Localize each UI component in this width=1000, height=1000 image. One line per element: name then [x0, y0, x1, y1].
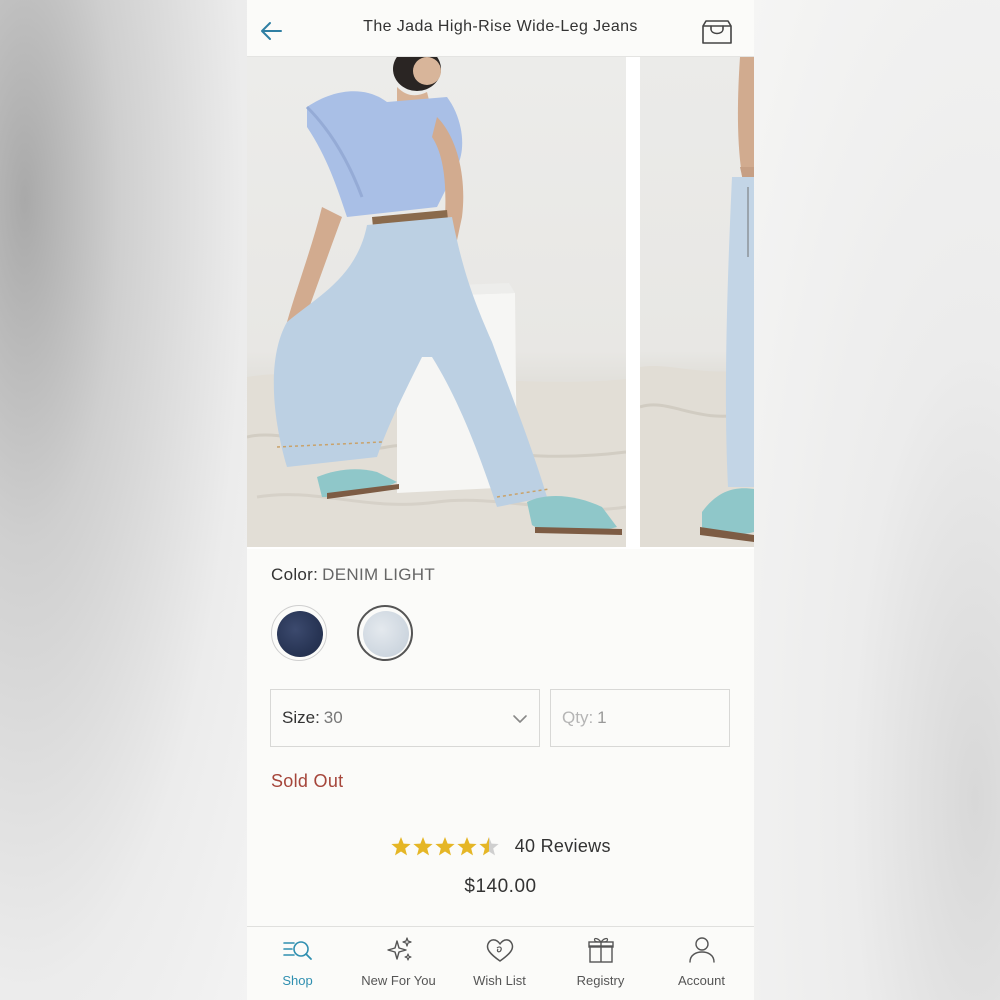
nav-label: Account	[678, 973, 725, 988]
color-label: Color:	[271, 565, 319, 584]
nav-account[interactable]: Account	[651, 927, 752, 1000]
model-photo	[247, 57, 626, 547]
size-value: 30	[323, 708, 343, 727]
back-button[interactable]	[255, 14, 287, 46]
size-label: Size:	[282, 708, 320, 727]
nav-shop[interactable]: Shop	[247, 927, 348, 1000]
product-gallery[interactable]	[247, 57, 754, 549]
size-field-text: Size: 30	[282, 708, 343, 728]
background-right	[754, 0, 1000, 1000]
swatch-denim-dark[interactable]	[271, 605, 327, 661]
arrow-left-icon	[261, 22, 282, 40]
nav-wish-list[interactable]: Wish List	[449, 927, 550, 1000]
page-title: The Jada High-Rise Wide-Leg Jeans	[363, 18, 638, 35]
product-image-1[interactable]	[247, 57, 626, 547]
nav-new-for-you[interactable]: New For You	[348, 927, 449, 1000]
bottom-navigation: Shop New For You Wish List Registry Acco…	[247, 926, 754, 1000]
app-screen: The Jada High-Rise Wide-Leg Jeans Color:…	[247, 0, 754, 1000]
product-price: $140.00	[464, 876, 537, 897]
rating-summary[interactable]: 40 Reviews	[247, 834, 754, 858]
star-rating-icon	[391, 837, 499, 856]
nav-registry[interactable]: Registry	[550, 927, 651, 1000]
qty-field-text: Qty: 1	[562, 708, 607, 728]
color-value: DENIM LIGHT	[322, 565, 436, 584]
shopping-bag-button[interactable]	[699, 12, 735, 48]
nav-label: New For You	[361, 973, 436, 988]
product-image-2[interactable]	[640, 57, 754, 547]
swatch-fill	[363, 611, 409, 657]
swatch-denim-light[interactable]	[357, 605, 413, 661]
model-photo-side	[640, 57, 754, 547]
heart-icon	[486, 939, 514, 962]
chevron-down-icon	[513, 715, 527, 723]
background-left	[0, 0, 247, 1000]
stock-status: Sold Out	[271, 771, 344, 791]
quantity-field[interactable]: Qty: 1	[550, 689, 730, 747]
qty-label: Qty:	[562, 708, 594, 727]
size-select[interactable]: Size: 30	[270, 689, 540, 747]
nav-label: Wish List	[473, 973, 526, 988]
gift-icon	[588, 937, 614, 963]
shopping-bag-icon	[702, 20, 732, 44]
nav-label: Registry	[576, 973, 625, 988]
sparkles-icon	[387, 937, 412, 961]
color-selection-label: Color: DENIM LIGHT	[271, 565, 435, 585]
qty-value: 1	[597, 708, 607, 727]
swatch-fill	[277, 611, 323, 657]
shop-search-icon	[283, 941, 312, 960]
nav-label: Shop	[282, 973, 313, 988]
top-bar: The Jada High-Rise Wide-Leg Jeans	[247, 0, 754, 57]
reviews-link[interactable]: 40 Reviews	[515, 836, 611, 857]
person-icon	[689, 937, 715, 963]
